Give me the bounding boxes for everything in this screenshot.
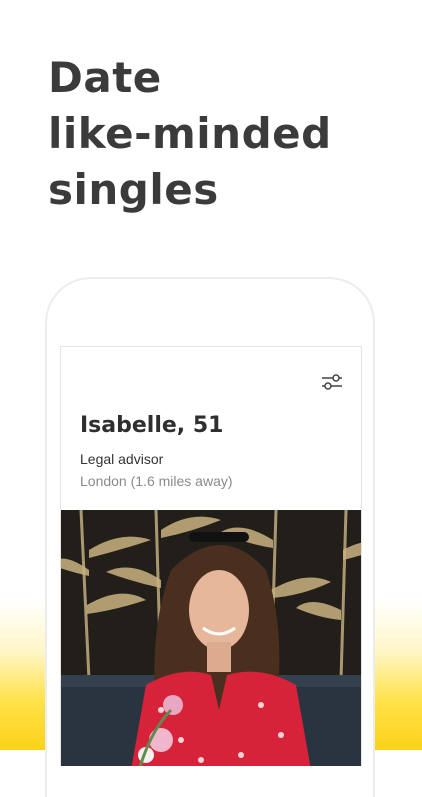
profile-name-age: Isabelle, 51	[80, 413, 224, 438]
profile-photo[interactable]	[61, 510, 361, 766]
profile-location: London (1.6 miles away)	[80, 473, 233, 489]
headline-line-3: singles	[48, 165, 219, 214]
headline-line-1: Date	[48, 53, 162, 102]
headline-line-2: like-minded	[48, 109, 332, 158]
profile-occupation: Legal advisor	[80, 451, 164, 467]
filter-icon[interactable]	[321, 373, 343, 391]
app-screen: Isabelle, 51 Legal advisor London (1.6 m…	[60, 346, 362, 766]
headline: Date like-minded singles	[48, 50, 332, 218]
